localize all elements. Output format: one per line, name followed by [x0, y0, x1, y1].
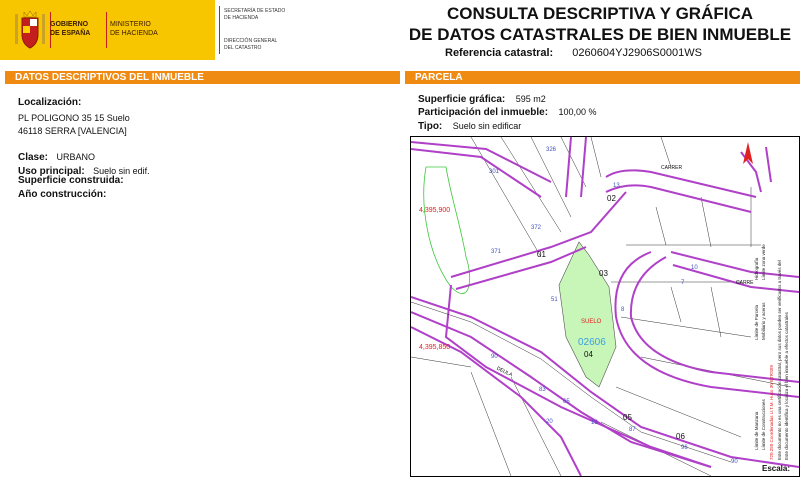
logo-divider: [106, 12, 107, 48]
parcel-number: 301: [489, 169, 500, 175]
document-title: CONSULTA DESCRIPTIVA Y GRÁFICA DE DATOS …: [405, 3, 795, 45]
title-line: DE DATOS CATASTRALES DE BIEN INMUEBLE: [408, 25, 792, 44]
lot-label: 03: [599, 269, 608, 278]
parcel-number: 51: [551, 297, 558, 303]
lot-label: 04: [584, 350, 593, 359]
street-label: CARRER: [661, 165, 683, 171]
lot-label: 01: [537, 250, 546, 259]
secretariat-line: SECRETARÍA DE ESTADO: [224, 8, 286, 14]
legend-item: Hidrografía: [754, 257, 759, 280]
reference-label: Referencia catastral:: [445, 47, 554, 59]
scale-label: Escala:: [762, 464, 791, 473]
parcel-number: 326: [546, 147, 557, 153]
legend-item: Límite de Construcciones: [761, 399, 766, 450]
lot-label: 05: [623, 413, 632, 422]
share-value: 100,00 %: [558, 107, 597, 117]
address-line: 46118 SERRA [VALENCIA]: [18, 126, 127, 136]
map-drawing: [411, 137, 799, 476]
location-label: Localización:: [18, 97, 82, 108]
legend-item: 720.250 Coordenadas U.T.M. Huso 30 ETRS8…: [769, 364, 774, 460]
legend-item: Mobiliario y aceras: [761, 302, 766, 340]
parcel-number: 10: [691, 265, 698, 271]
parcel-number: 65: [563, 399, 570, 405]
government-line: GOBIERNO: [50, 21, 89, 28]
subject-parcel: [558, 241, 617, 388]
coat-of-arms-icon: [15, 10, 45, 49]
coordinate-label: 4,395,900: [419, 207, 451, 214]
legend-item: Este documento identifica y localiza el …: [784, 312, 789, 460]
address-line: PL POLIGONO 35 15 Suelo: [18, 113, 130, 123]
government-name: GOBIERNO DE ESPAÑA: [50, 20, 90, 38]
type-row: Tipo: Suelo sin edificar: [418, 116, 521, 134]
secretariat-line: DE HACIENDA: [224, 15, 259, 21]
parcel-code: 02606: [578, 337, 606, 348]
coordinate-label: 4,395,850: [419, 344, 451, 351]
ministry-line: DE HACIENDA: [110, 30, 158, 37]
parcel-number: 96: [681, 445, 688, 451]
street-label: CARRE: [736, 280, 754, 286]
construction-year-label: Año construcción:: [18, 189, 107, 200]
map-legend: Límite de Manzana Límite de Parcela Hidr…: [752, 140, 798, 460]
parcel-number: 90: [731, 459, 738, 465]
reference-value: 0260604YJ2906S0001WS: [572, 47, 702, 59]
parcel-tag: SUELO: [581, 319, 602, 325]
ministry-line: MINISTERIO: [110, 21, 151, 28]
parcel-number: 371: [491, 249, 502, 255]
lot-label: 02: [607, 194, 616, 203]
legend-item: Límite de Parcela: [754, 304, 759, 340]
government-line: DE ESPAÑA: [50, 30, 91, 37]
built-area-label: Superficie construida:: [18, 175, 124, 186]
parcel-number: 13: [613, 183, 620, 189]
type-label: Tipo:: [418, 121, 443, 132]
type-value: Suelo sin edificar: [452, 121, 522, 131]
parcel-number: 90: [491, 354, 498, 360]
title-line: CONSULTA DESCRIPTIVA Y GRÁFICA: [446, 4, 754, 23]
parcel-number: 87: [629, 427, 636, 433]
parcel-number: 7: [681, 280, 685, 286]
parcel-number: 19: [591, 420, 598, 426]
lot-label: 06: [676, 432, 685, 441]
cadastral-map[interactable]: 4,395,900 4,395,850 SUELO 02606 01 02 03…: [410, 136, 800, 477]
directorate-line: DEL CATASTRO: [224, 45, 262, 51]
ministry-name: MINISTERIO DE HACIENDA: [110, 20, 158, 38]
secretariat-divider: [219, 6, 220, 54]
cadastral-reference: Referencia catastral: 0260604YJ2906S0001…: [445, 47, 702, 59]
descriptive-data-header: DATOS DESCRIPTIVOS DEL INMUEBLE: [5, 71, 400, 84]
directorate-name: DIRECCIÓN GENERAL DEL CATASTRO: [224, 38, 277, 52]
directorate-line: DIRECCIÓN GENERAL: [224, 38, 278, 44]
parcel-number: 20: [546, 419, 553, 425]
secretariat-name: SECRETARÍA DE ESTADO DE HACIENDA: [224, 8, 285, 22]
parcel-number: 372: [531, 225, 542, 231]
government-logo: GOBIERNO DE ESPAÑA MINISTERIO DE HACIEND…: [10, 8, 215, 52]
legend-item: Límite zona verde: [761, 244, 766, 280]
vegetation-outline: [423, 166, 471, 294]
parcel-header: PARCELA: [405, 71, 800, 84]
legend-item: Límite de Manzana: [754, 411, 759, 450]
parcel-number: 83: [539, 387, 546, 393]
parcel-number: 8: [621, 307, 625, 313]
legend-item: Este documento no es una certificación c…: [777, 260, 782, 460]
